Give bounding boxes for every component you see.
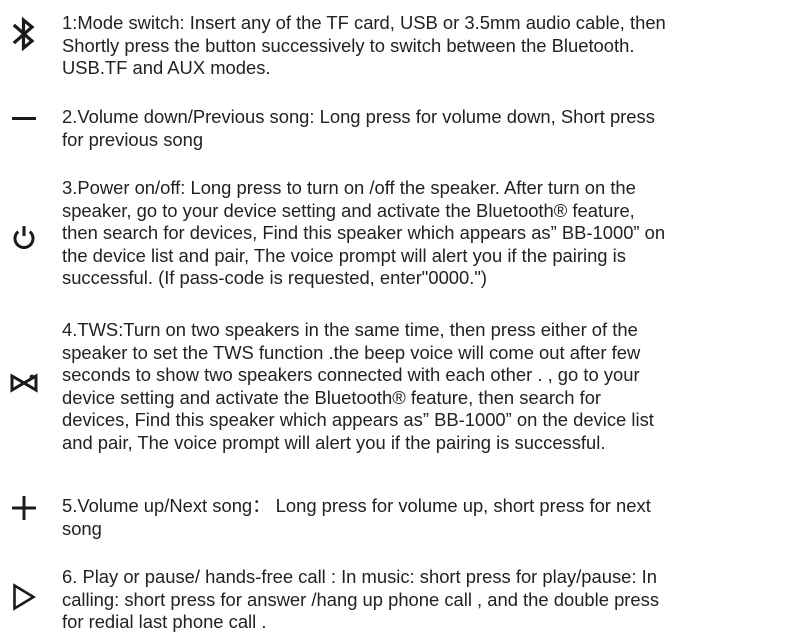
plus-icon [4,493,44,523]
instruction-text-play-pause: 6. Play or pause/ hands-free call : In m… [62,566,660,632]
instruction-text-volume-down: 2.Volume down/Previous song: Long press … [62,106,655,150]
play-icon [4,582,44,612]
instruction-page: 1:Mode switch: Insert any of the TF card… [0,0,803,634]
power-icon [4,222,44,252]
instruction-text-power: 3.Power on/off: Long press to turn on /o… [62,177,666,288]
instruction-text-mode-switch: 1:Mode switch: Insert any of the TF card… [62,12,666,78]
bluetooth-icon [4,14,44,54]
minus-icon [4,106,44,132]
tws-icon [4,370,44,396]
instruction-text-volume-up: 5.Volume up/Next song： Long press for vo… [62,495,651,539]
instruction-text-tws: 4.TWS:Turn on two speakers in the same t… [62,319,654,453]
